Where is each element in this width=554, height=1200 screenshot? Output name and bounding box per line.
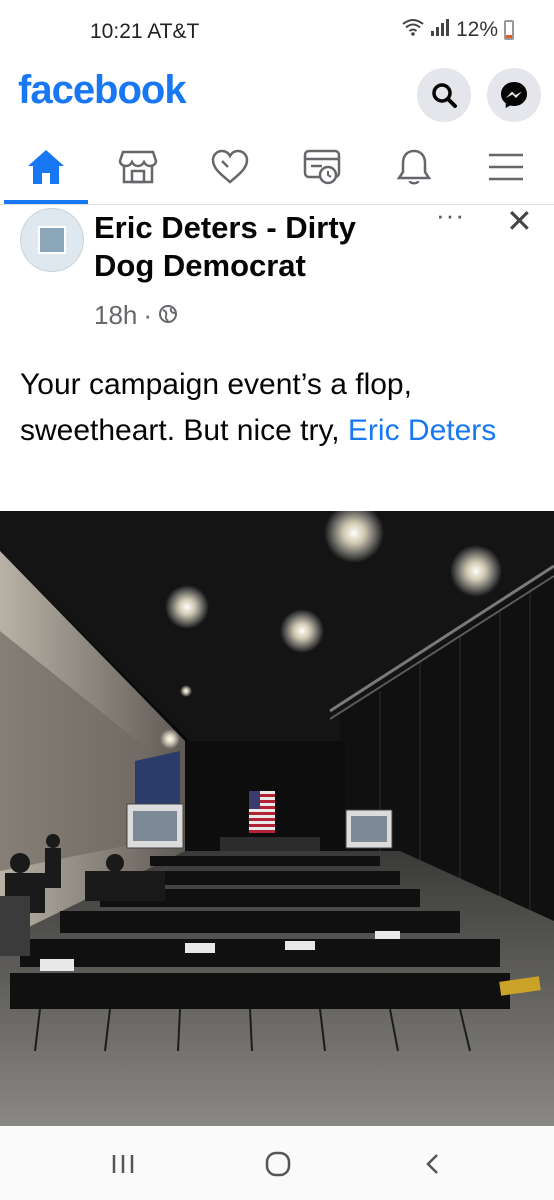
- nav-tabs: [0, 130, 554, 205]
- marketplace-icon: [118, 150, 158, 184]
- tab-marketplace[interactable]: [92, 130, 184, 204]
- facebook-logo[interactable]: facebook: [18, 68, 187, 113]
- messenger-icon: [501, 82, 527, 108]
- status-bar: 10:21 AT&T 12%: [0, 0, 554, 62]
- close-post-button[interactable]: ✕: [506, 202, 533, 240]
- heart-icon: [211, 149, 249, 184]
- avatar-image: [38, 226, 66, 254]
- arena-photo: [0, 511, 554, 1126]
- battery-icon: [504, 20, 514, 40]
- post-time[interactable]: 18h: [94, 300, 137, 331]
- meta-separator: ·: [143, 300, 153, 330]
- back-icon: [426, 1154, 438, 1174]
- status-right: 12%: [402, 18, 514, 42]
- app-header: facebook: [0, 62, 554, 124]
- tab-home[interactable]: [0, 130, 92, 204]
- more-options-button[interactable]: ···: [436, 200, 465, 231]
- battery-percent: 12%: [455, 18, 498, 41]
- search-icon: [432, 83, 457, 108]
- tab-dating[interactable]: [184, 130, 276, 204]
- tab-notifications[interactable]: [368, 130, 460, 204]
- home-nav-button[interactable]: [258, 1146, 298, 1182]
- back-button[interactable]: [413, 1146, 453, 1182]
- globe-icon: [158, 300, 178, 331]
- recents-button[interactable]: [103, 1146, 143, 1182]
- post-meta: 18h ·: [94, 300, 178, 331]
- author-avatar[interactable]: [20, 208, 84, 272]
- post-text: Your campaign event’s a flop, sweetheart…: [20, 362, 540, 454]
- search-button[interactable]: [417, 68, 471, 122]
- post-photo[interactable]: [0, 511, 554, 1126]
- status-time-carrier: 10:21 AT&T: [90, 20, 200, 43]
- signal-icon: [430, 18, 450, 42]
- mention-link[interactable]: Eric Deters: [348, 414, 496, 447]
- watch-icon: [303, 149, 341, 185]
- messenger-button[interactable]: [487, 68, 541, 122]
- recents-icon: [112, 1155, 134, 1173]
- tab-menu[interactable]: [460, 130, 552, 204]
- tab-watch[interactable]: [276, 130, 368, 204]
- bell-icon: [396, 149, 432, 185]
- home-circle-icon: [265, 1151, 291, 1177]
- wifi-icon: [402, 18, 424, 42]
- home-icon: [28, 150, 64, 184]
- menu-icon: [489, 153, 523, 181]
- system-nav-bar: [0, 1126, 554, 1200]
- post-author[interactable]: Eric Deters - Dirty Dog Democrat: [94, 209, 414, 285]
